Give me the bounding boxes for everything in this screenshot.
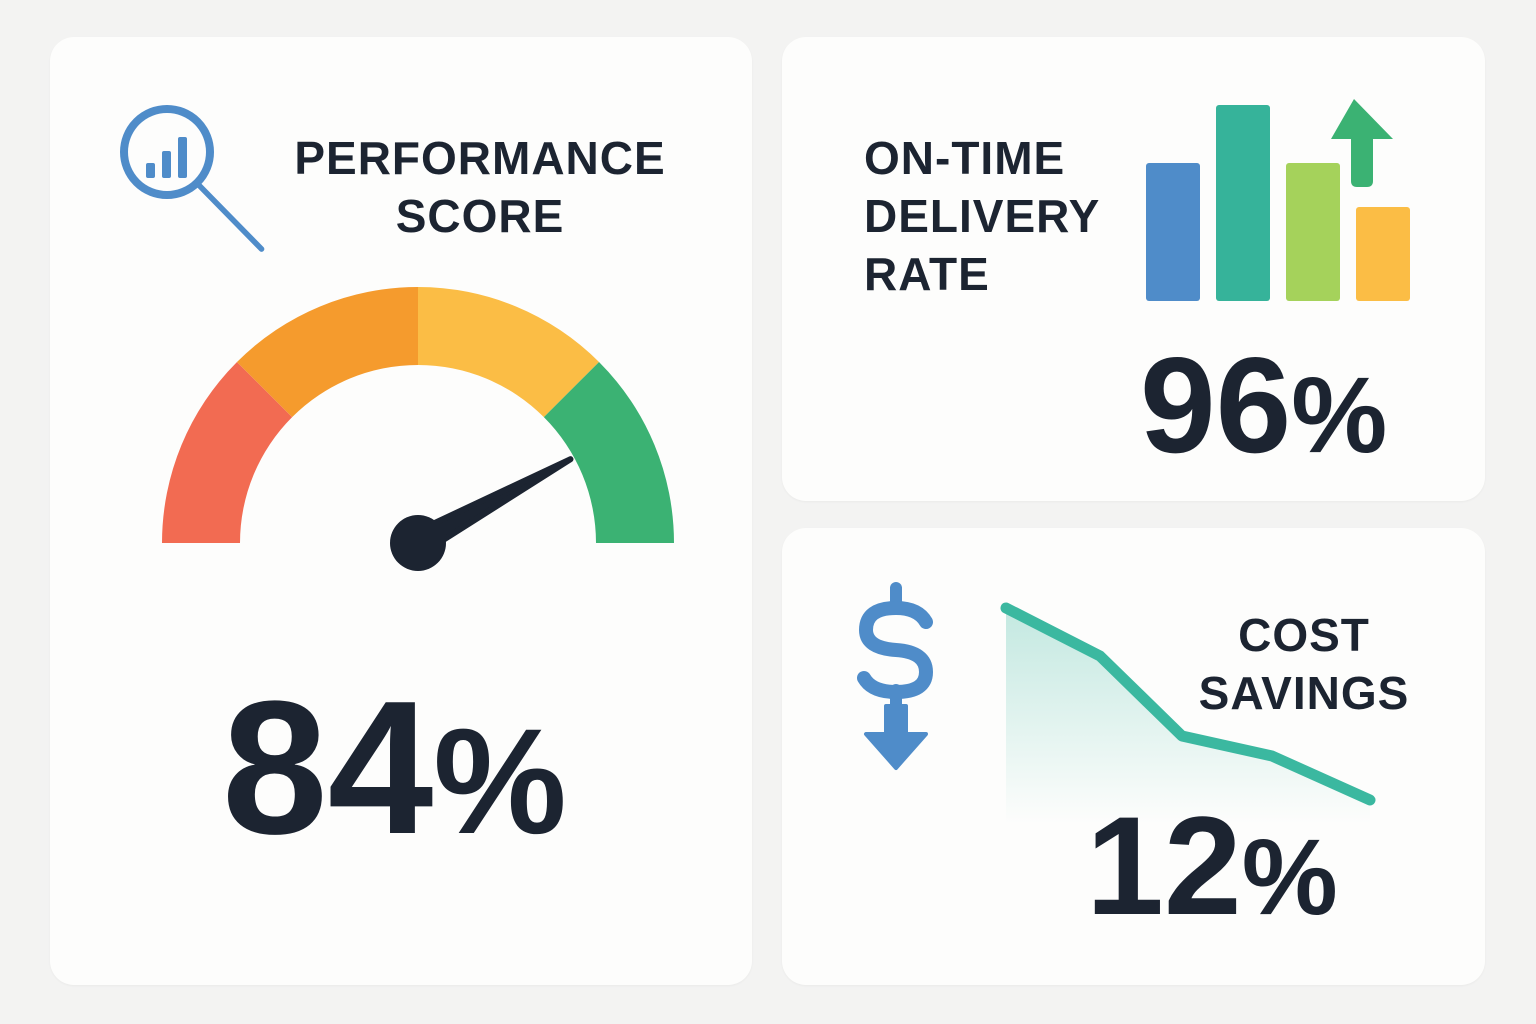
icon-bar-4 xyxy=(1356,207,1410,301)
cost-savings-card: COST SAVINGS 12% xyxy=(782,528,1485,985)
gauge-hub xyxy=(390,515,446,571)
savings-title-line2: SAVINGS xyxy=(1198,667,1410,719)
savings-value: 12% xyxy=(1086,796,1338,936)
savings-number: 12 xyxy=(1086,787,1242,944)
delivery-title-line3: RATE xyxy=(864,248,990,300)
delivery-title: ON-TIME DELIVERY RATE xyxy=(864,129,1100,303)
delivery-rate-card: ON-TIME DELIVERY RATE 96% xyxy=(782,37,1485,501)
performance-value: 84% xyxy=(222,673,567,863)
performance-unit: % xyxy=(433,697,567,865)
performance-number: 84 xyxy=(222,662,434,874)
performance-title: PERFORMANCE SCORE xyxy=(280,129,680,245)
arrow-up-icon xyxy=(1331,99,1393,187)
icon-bar-2 xyxy=(1216,105,1270,301)
savings-title-line1: COST xyxy=(1238,609,1370,661)
performance-score-card: PERFORMANCE SCORE 84% xyxy=(50,37,752,985)
dollar-down-icon xyxy=(857,582,934,770)
search-chart-icon xyxy=(120,105,265,252)
performance-title-line1: PERFORMANCE xyxy=(294,132,666,184)
icon-bar-3 xyxy=(1286,163,1340,301)
delivery-value: 96% xyxy=(1140,337,1387,473)
delivery-number: 96 xyxy=(1140,329,1292,481)
delivery-unit: % xyxy=(1291,354,1388,475)
performance-title-line2: SCORE xyxy=(395,190,565,242)
bar-chart-icon xyxy=(1146,99,1410,301)
delivery-title-line2: DELIVERY xyxy=(864,190,1101,242)
savings-title: COST SAVINGS xyxy=(1190,606,1418,722)
performance-gauge xyxy=(162,287,674,571)
delivery-title-line1: ON-TIME xyxy=(864,132,1066,184)
savings-unit: % xyxy=(1241,816,1338,937)
icon-bar-1 xyxy=(1146,163,1200,301)
